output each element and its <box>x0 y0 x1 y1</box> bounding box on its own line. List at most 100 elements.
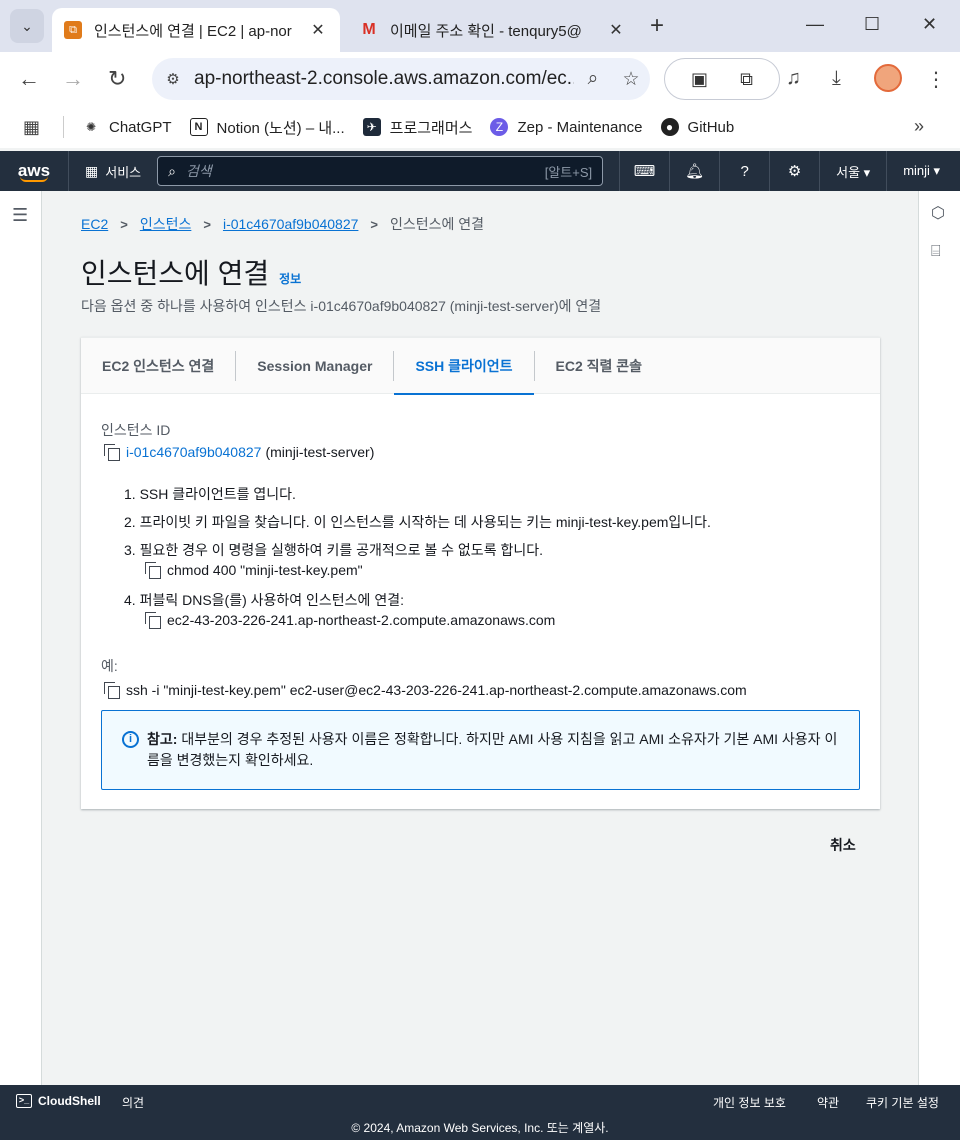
breadcrumb-current: 인스턴스에 연결 <box>390 216 485 232</box>
zoom-icon[interactable]: ⌕ <box>574 68 612 90</box>
cloudshell-icon[interactable]: ⌨ <box>619 151 669 191</box>
public-dns-row: ec2-43-203-226-241.ap-northeast-2.comput… <box>145 612 556 629</box>
zep-icon: Z <box>490 118 509 136</box>
new-tab-button[interactable]: + <box>650 12 664 40</box>
cloudshell-button[interactable]: >_ CloudShell <box>16 1094 101 1108</box>
feedback-panel-icon[interactable]: ⌸ <box>931 243 941 261</box>
info-alert-text: 참고: 대부분의 경우 추정된 사용자 이름은 정확합니다. 하지만 AMI 사… <box>147 729 847 771</box>
notifications-bell-icon[interactable]: 🔔︎ <box>669 151 719 191</box>
aws-logo[interactable]: aws <box>0 161 68 182</box>
settings-gear-icon[interactable]: ⚙ <box>769 151 819 191</box>
note-body: 대부분의 경우 추정된 사용자 이름은 정확합니다. 하지만 AMI 사용 지침… <box>147 731 838 768</box>
breadcrumb-ec2[interactable]: EC2 <box>81 216 108 232</box>
profile-avatar[interactable] <box>874 64 902 92</box>
bookmark-label: Zep - Maintenance <box>517 118 643 136</box>
back-arrow-icon[interactable]: ← <box>18 66 40 92</box>
page-title-row: 인스턴스에 연결 정보 <box>81 252 301 292</box>
forward-arrow-icon[interactable]: → <box>62 66 84 92</box>
bookmark-label: GitHub <box>687 118 735 136</box>
instance-id-row: i-01c4670af9b040827 (minji-test-server) <box>104 444 375 461</box>
reload-icon[interactable]: ↻ <box>108 66 126 92</box>
cookie-preferences-link[interactable]: 쿠키 기본 설정 <box>866 1094 939 1111</box>
more-bookmarks-icon[interactable]: » <box>914 116 924 137</box>
chevron-right-icon: > <box>370 216 379 232</box>
window-close-icon[interactable]: ✕ <box>922 14 937 35</box>
hamburger-menu-icon[interactable]: ☰ <box>12 205 28 226</box>
bookmark-chatgpt[interactable]: ✺ ChatGPT <box>82 118 172 136</box>
page-title: 인스턴스에 연결 <box>81 258 270 289</box>
apps-grid-icon[interactable]: ▦ <box>0 116 64 138</box>
copy-icon[interactable] <box>145 612 161 629</box>
instance-name: (minji-test-server) <box>265 444 375 460</box>
download-icon[interactable]: ⤓ <box>832 67 841 90</box>
tab-ec2-instance-connect[interactable]: EC2 인스턴스 연결 <box>81 338 235 394</box>
tab-close-icon[interactable]: ✕ <box>606 20 626 40</box>
bookmark-github[interactable]: ● GitHub <box>660 118 735 136</box>
bookmarks-bar: ▦ ✺ ChatGPT N Notion (노션) – 내... ✈ 프로그래머… <box>0 106 960 148</box>
extensions-group: ▣ ⧉ <box>664 58 780 100</box>
step-1: 1. SSH 클라이언트를 엽니다. <box>124 486 296 502</box>
bookmark-label: Notion (노션) – 내... <box>216 119 345 137</box>
help-icon[interactable]: ? <box>719 151 769 191</box>
media-control-icon[interactable]: ♫ <box>786 67 801 90</box>
tab-title: 인스턴스에 연결 | EC2 | ap-nor <box>94 22 292 40</box>
browser-tab-gmail[interactable]: M 이메일 주소 확인 - tenqury5@ ✕ <box>348 8 638 52</box>
tab-ssh-client[interactable]: SSH 클라이언트 <box>394 338 534 395</box>
maximize-icon[interactable]: ☐ <box>864 14 880 35</box>
help-panel-icon[interactable]: ⬡ <box>931 203 945 223</box>
public-dns: ec2-43-203-226-241.ap-northeast-2.comput… <box>167 612 556 628</box>
right-tools-rail: ⬡ ⌸ <box>918 191 960 1085</box>
connect-tabs: EC2 인스턴스 연결 Session Manager SSH 클라이언트 EC… <box>81 338 880 395</box>
bookmark-programmers[interactable]: ✈ 프로그래머스 <box>362 117 472 138</box>
bookmark-zep[interactable]: Z Zep - Maintenance <box>490 118 643 136</box>
copy-icon[interactable] <box>104 444 120 461</box>
tab-title: 이메일 주소 확인 - tenqury5@ <box>390 22 582 40</box>
breadcrumb-instances[interactable]: 인스턴스 <box>140 214 192 234</box>
chatgpt-icon: ✺ <box>85 120 97 134</box>
instance-id-link[interactable]: i-01c4670af9b040827 <box>126 444 261 460</box>
info-link[interactable]: 정보 <box>279 270 301 287</box>
breadcrumb: EC2 > 인스턴스 > i-01c4670af9b040827 > 인스턴스에… <box>81 214 484 234</box>
chmod-command: chmod 400 "minji-test-key.pem" <box>167 562 363 578</box>
copy-icon[interactable] <box>104 682 120 699</box>
services-menu-button[interactable]: ▦ 서비스 <box>68 151 157 191</box>
menu-kebab-icon[interactable]: ⋮ <box>926 67 946 92</box>
privacy-link[interactable]: 개인 정보 보호 <box>713 1094 786 1111</box>
bookmark-label: ChatGPT <box>109 118 172 136</box>
left-nav-rail: ☰ <box>0 191 42 1085</box>
copy-icon[interactable] <box>145 562 161 579</box>
cancel-button[interactable]: 취소 <box>830 835 856 855</box>
browser-tab-ec2[interactable]: ⧉ 인스턴스에 연결 | EC2 | ap-nor ✕ <box>52 8 340 52</box>
cloudshell-label: CloudShell <box>38 1094 101 1108</box>
tab-session-manager[interactable]: Session Manager <box>236 338 393 394</box>
tab-close-icon[interactable]: ✕ <box>308 20 328 40</box>
info-circle-icon: i <box>122 731 139 748</box>
services-grid-icon: ▦ <box>85 162 99 179</box>
address-bar[interactable]: ⚙ ap-northeast-2.console.aws.amazon.com/… <box>152 58 650 100</box>
bookmark-star-icon[interactable]: ☆ <box>612 68 650 91</box>
minimize-icon[interactable]: — <box>806 14 824 35</box>
step-3: 3. 필요한 경우 이 명령을 실행하여 키를 공개적으로 볼 수 없도록 합니… <box>124 542 543 558</box>
tab-ec2-serial-console[interactable]: EC2 직렬 콘솔 <box>535 338 664 394</box>
bookmark-notion[interactable]: N Notion (노션) – 내... <box>189 117 345 138</box>
site-info-icon[interactable]: ⚙ <box>152 70 194 88</box>
breadcrumb-instance-id[interactable]: i-01c4670af9b040827 <box>223 216 358 232</box>
gmail-favicon-icon: M <box>362 21 376 38</box>
notion-icon: N <box>189 118 208 136</box>
feedback-link[interactable]: 의견 <box>122 1094 144 1111</box>
terms-link[interactable]: 약관 <box>817 1094 839 1111</box>
step-4: 4. 퍼블릭 DNS을(를) 사용하여 인스턴스에 연결: <box>124 592 404 608</box>
note-label: 참고: <box>147 731 178 747</box>
extension-app-icon[interactable]: ▣ <box>691 69 708 90</box>
url-text[interactable]: ap-northeast-2.console.aws.amazon.com/ec… <box>194 68 574 90</box>
tab-search-chevron-icon[interactable]: ⌄ <box>10 9 44 43</box>
user-menu[interactable]: minji ▾ <box>886 151 956 191</box>
services-label: 서비스 <box>105 164 142 180</box>
search-icon: ⌕ <box>168 162 176 179</box>
region-selector[interactable]: 서울 ▾ <box>819 151 886 191</box>
aws-top-nav: aws ▦ 서비스 ⌕ 검색 [알트+S] ⌨ 🔔︎ ? ⚙ 서울 ▾ minj… <box>0 151 960 191</box>
aws-search-input[interactable]: ⌕ 검색 [알트+S] <box>157 156 604 186</box>
extensions-puzzle-icon[interactable]: ⧉ <box>740 69 753 90</box>
chmod-command-row: chmod 400 "minji-test-key.pem" <box>145 562 363 579</box>
github-icon: ● <box>660 118 679 136</box>
